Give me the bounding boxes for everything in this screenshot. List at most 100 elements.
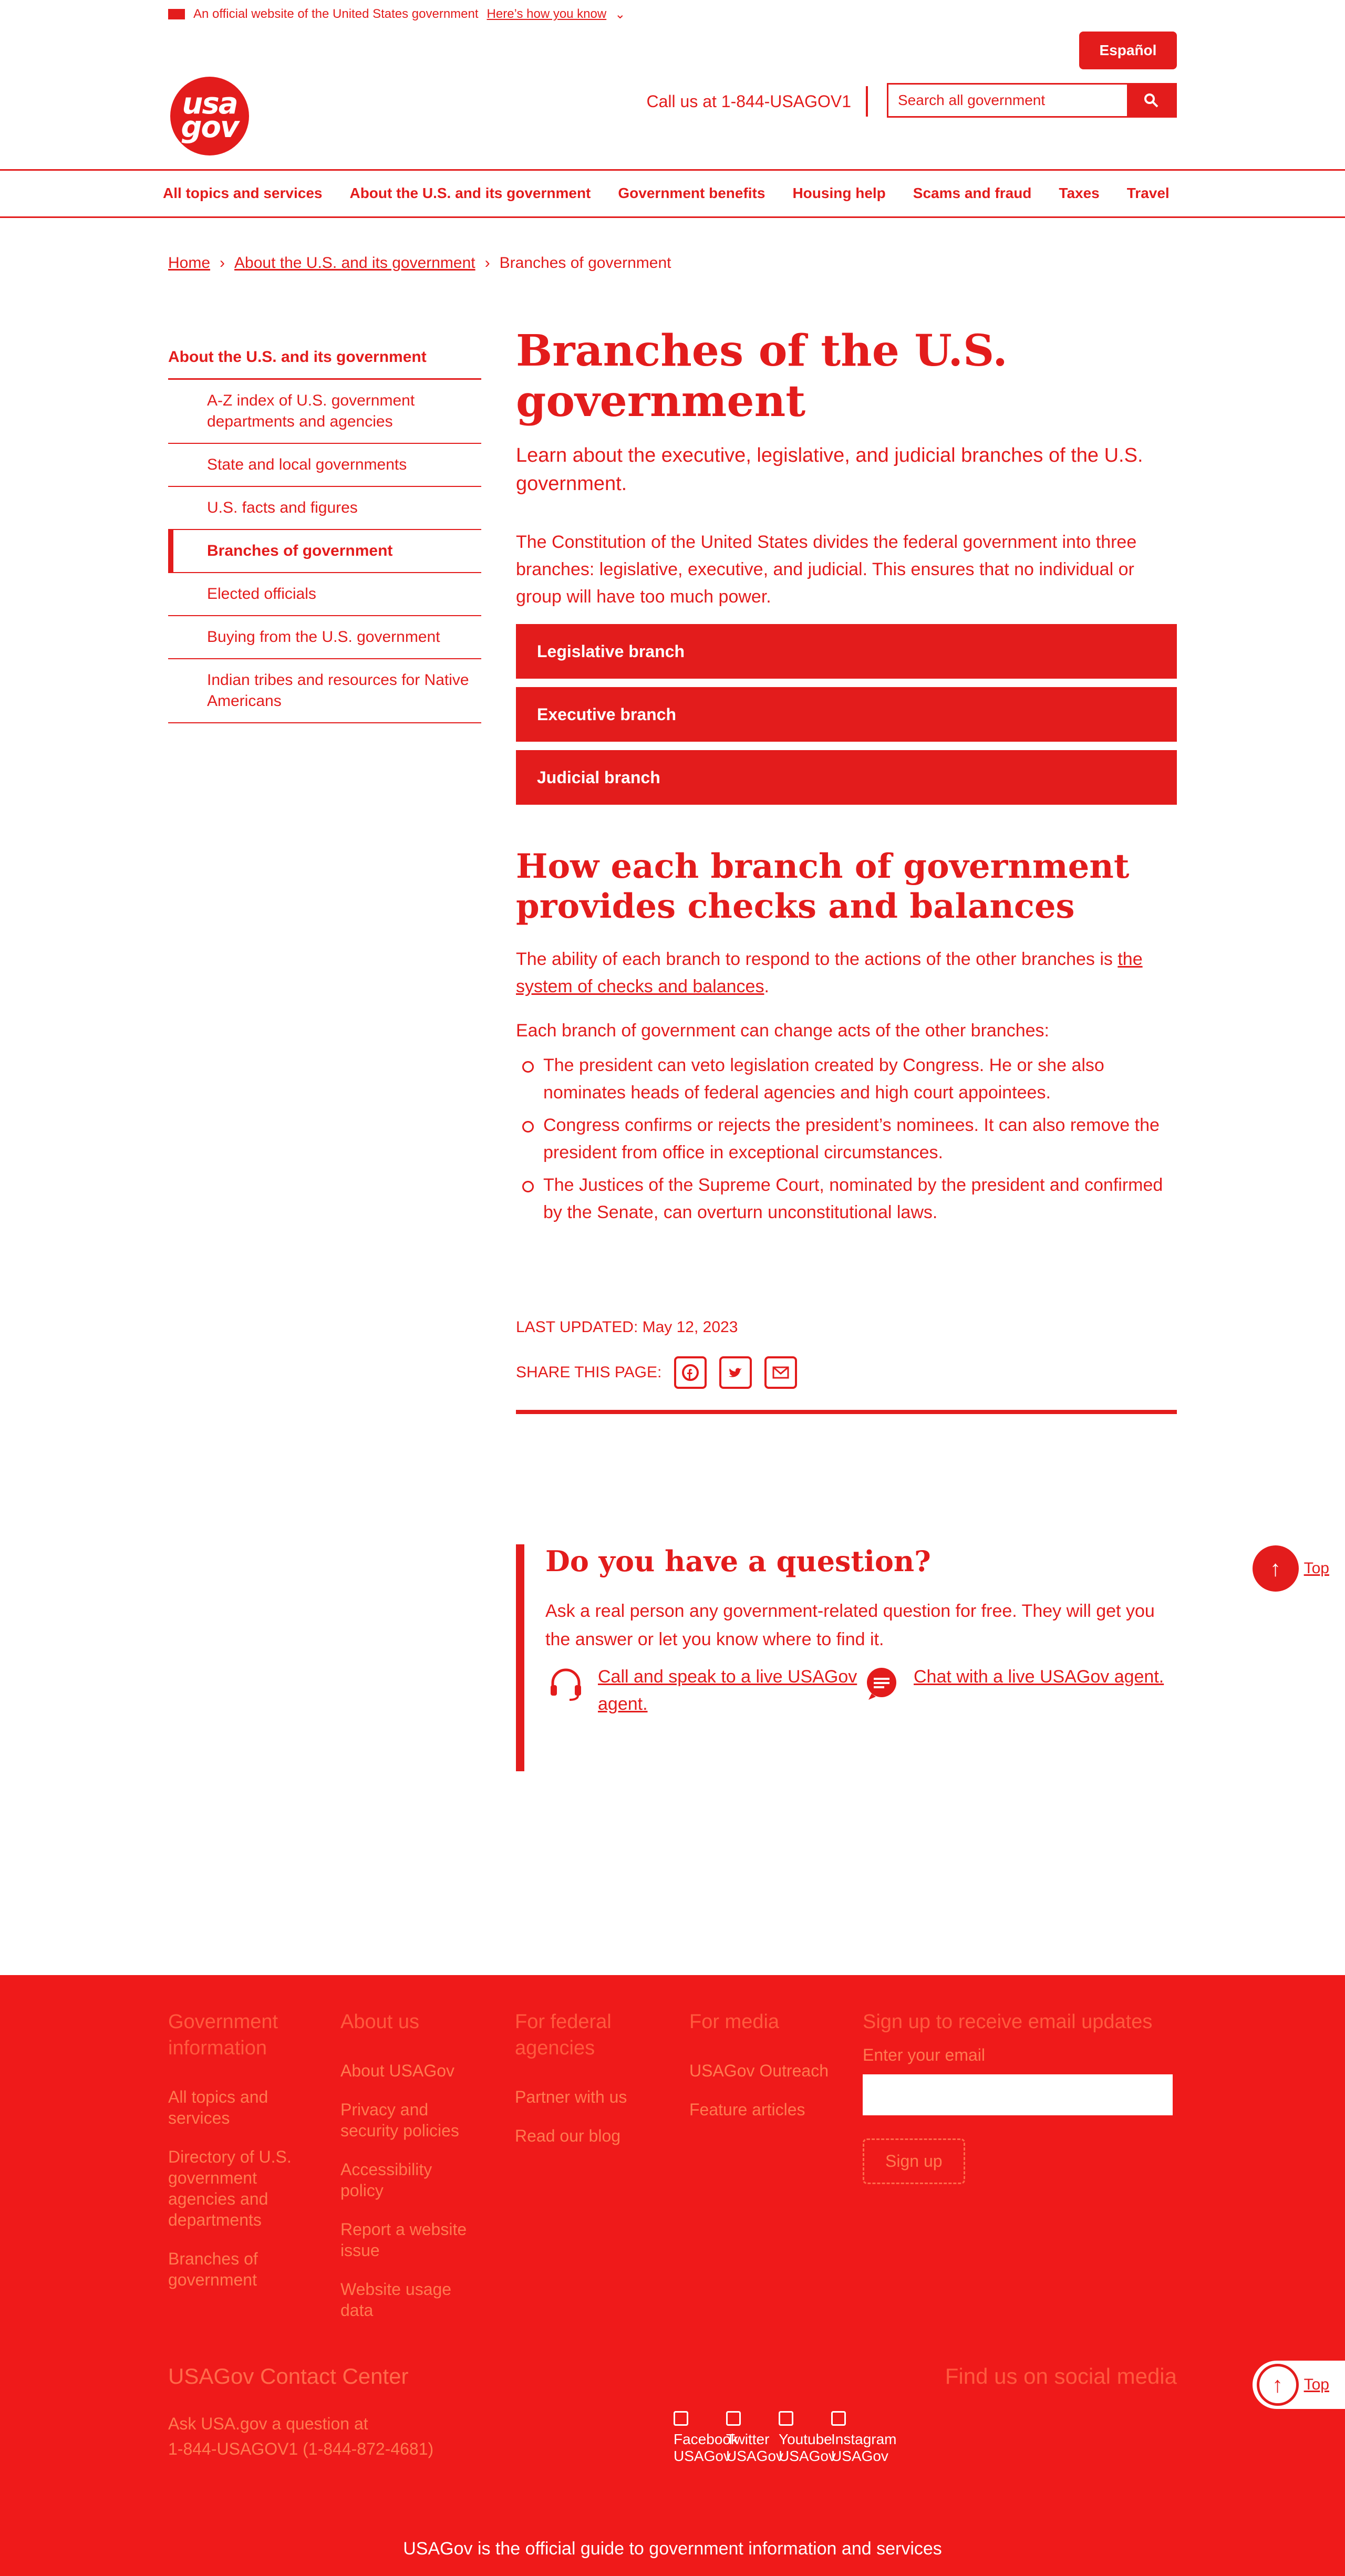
site-header: usa gov Español Call us at 1-844-USAGOV1 xyxy=(168,28,1177,181)
accordion-executive[interactable]: Executive branch xyxy=(516,687,1177,742)
checks-text: The ability of each branch to respond to… xyxy=(516,949,1118,969)
back-to-top-label[interactable]: Top xyxy=(1304,2376,1329,2394)
call-agent: Call and speak to a live USAGov agent. xyxy=(545,1663,861,1718)
social-twitter[interactable]: Twitter USAGov xyxy=(726,2411,783,2465)
sidebar-item-tribes[interactable]: Indian tribes and resources for Native A… xyxy=(168,659,481,723)
footer-link[interactable]: Partner with us xyxy=(515,2086,651,2107)
nav-item-housing[interactable]: Housing help xyxy=(792,185,885,202)
footer-link[interactable]: About USAGov xyxy=(340,2060,477,2081)
search-button[interactable] xyxy=(1127,85,1175,116)
footer-tagline: USAGov is the official guide to governme… xyxy=(403,2538,942,2559)
question-box: Do you have a question? Ask a real perso… xyxy=(516,1544,1177,1771)
contact-center-text: Ask USA.gov a question at 1-844-USAGOV1 … xyxy=(168,2411,433,2461)
social-youtube[interactable]: Youtube USAGov xyxy=(779,2411,836,2465)
nav-bottom-rule xyxy=(0,216,1345,218)
nav-item-all-topics[interactable]: All topics and services xyxy=(163,185,322,202)
facebook-share-button[interactable] xyxy=(674,1356,707,1389)
footer-link[interactable]: Website usage data xyxy=(340,2279,477,2321)
list-item: The president can veto legislation creat… xyxy=(516,1052,1177,1106)
page-lede: Learn about the executive, legislative, … xyxy=(516,444,1143,495)
chevron-right-icon: › xyxy=(484,254,490,272)
checks-period: . xyxy=(764,977,769,996)
footer-link[interactable]: Read our blog xyxy=(515,2125,651,2146)
banner-how-you-know-link[interactable]: Here’s how you know xyxy=(487,7,607,22)
chevron-down-icon[interactable]: ⌄ xyxy=(615,7,625,22)
nav-item-taxes[interactable]: Taxes xyxy=(1059,185,1099,202)
chat-agent: Chat with a live USAGov agent. xyxy=(861,1663,1177,1718)
footer-col-heading: About us xyxy=(340,2011,419,2033)
nav-item-benefits[interactable]: Government benefits xyxy=(618,185,765,202)
header-phone[interactable]: Call us at 1-844-USAGOV1 xyxy=(647,88,852,115)
nav-item-about-us-gov[interactable]: About the U.S. and its government xyxy=(349,185,591,202)
usagov-logo[interactable]: usa gov xyxy=(170,77,249,155)
checks-paragraph-2: Each branch of government can change act… xyxy=(516,1021,1049,1041)
social-instagram[interactable]: Instagram USAGov xyxy=(831,2411,897,2465)
arrow-up-icon: ↑ xyxy=(1256,2364,1299,2406)
email-field-label: Enter your email xyxy=(863,2045,985,2064)
footer-link[interactable]: Report a website issue xyxy=(340,2219,477,2261)
twitter-icon xyxy=(729,1368,742,1377)
chat-agent-link[interactable]: Chat with a live USAGov agent. xyxy=(914,1663,1164,1718)
nav-item-travel[interactable]: Travel xyxy=(1127,185,1170,202)
social-label: Twitter USAGov xyxy=(726,2431,783,2464)
banner-text: An official website of the United States… xyxy=(193,7,479,21)
chat-bubble-icon xyxy=(861,1663,902,1704)
search-icon xyxy=(1144,94,1158,108)
footer-link[interactable]: USAGov Outreach xyxy=(689,2060,847,2081)
footer-col-media: For media USAGov Outreach Feature articl… xyxy=(689,2009,847,2138)
question-links: Call and speak to a live USAGov agent. C… xyxy=(545,1663,1177,1718)
footer-email-signup: Sign up to receive email updates Enter y… xyxy=(863,2009,1178,2184)
sidebar-item-buying[interactable]: Buying from the U.S. government xyxy=(168,616,481,659)
email-share-button[interactable] xyxy=(764,1356,798,1389)
social-label: Youtube USAGov xyxy=(779,2431,836,2464)
breadcrumb-current: Branches of government xyxy=(499,254,671,272)
sidebar-item-facts[interactable]: U.S. facts and figures xyxy=(168,487,481,530)
header-divider xyxy=(866,86,868,117)
list-item: The Justices of the Supreme Court, nomin… xyxy=(516,1171,1177,1226)
footer-link[interactable]: Privacy and security policies xyxy=(340,2099,477,2141)
sidebar-heading[interactable]: About the U.S. and its government xyxy=(168,336,481,380)
intro-paragraph: The Constitution of the United States di… xyxy=(516,532,1137,607)
espanol-button[interactable]: Español xyxy=(1079,32,1177,69)
checks-heading: How each branch of government provides c… xyxy=(516,847,1130,926)
footer-col-heading: For media xyxy=(689,2011,780,2033)
sidebar-item-state-local[interactable]: State and local governments xyxy=(168,444,481,487)
search-input[interactable] xyxy=(888,85,1127,116)
footer-link[interactable]: Feature articles xyxy=(689,2099,847,2120)
facebook-icon xyxy=(674,2411,688,2426)
footer-link[interactable]: Accessibility policy xyxy=(340,2159,477,2201)
social-facebook[interactable]: Facebook USAGov xyxy=(674,2411,738,2465)
contact-line-1: Ask USA.gov a question at xyxy=(168,2414,368,2433)
footer-link[interactable]: All topics and services xyxy=(168,2086,326,2128)
footer-link[interactable]: Branches of government xyxy=(168,2248,326,2290)
share-bar: SHARE THIS PAGE: xyxy=(516,1356,1177,1389)
sidebar-item-branches[interactable]: Branches of government xyxy=(168,530,481,573)
accordion-judicial[interactable]: Judicial branch xyxy=(516,750,1177,805)
twitter-share-button[interactable] xyxy=(719,1356,752,1389)
email-field[interactable] xyxy=(863,2074,1173,2115)
accordion-legislative[interactable]: Legislative branch xyxy=(516,624,1177,679)
sidebar-item-elected[interactable]: Elected officials xyxy=(168,573,481,616)
footer-link[interactable]: Directory of U.S. government agencies an… xyxy=(168,2146,326,2230)
back-to-top-label[interactable]: Top xyxy=(1304,1560,1329,1577)
breadcrumb: Home › About the U.S. and its government… xyxy=(168,254,671,272)
call-agent-link[interactable]: Call and speak to a live USAGov agent. xyxy=(598,1663,861,1718)
side-navigation: About the U.S. and its government A-Z in… xyxy=(168,336,481,723)
breadcrumb-home[interactable]: Home xyxy=(168,254,210,272)
question-text: Ask a real person any government-related… xyxy=(545,1601,1155,1649)
footer-col-gov-info: Government information All topics and se… xyxy=(168,2009,326,2308)
contact-center-title: USAGov Contact Center xyxy=(168,2364,409,2388)
back-to-top-button-footer[interactable]: ↑ Top xyxy=(1252,2361,1345,2409)
breadcrumb-about[interactable]: About the U.S. and its government xyxy=(234,254,475,272)
chevron-right-icon: › xyxy=(220,254,225,272)
contact-phone-link[interactable]: 1-844-USAGOV1 (1-844-872-4681) xyxy=(168,2436,433,2461)
nav-item-scams[interactable]: Scams and fraud xyxy=(913,185,1032,202)
sidebar-item-az-index[interactable]: A-Z index of U.S. government departments… xyxy=(168,380,481,444)
email-signup-heading: Sign up to receive email updates xyxy=(863,2011,1153,2033)
official-banner: An official website of the United States… xyxy=(168,0,1177,28)
signup-button[interactable]: Sign up xyxy=(863,2138,965,2184)
main-content: Branches of the U.S. government Learn ab… xyxy=(516,326,1177,1414)
social-media-title: Find us on social media xyxy=(945,2364,1177,2388)
back-to-top-button[interactable]: ↑ Top xyxy=(1252,1545,1329,1592)
logo-text-gov: gov xyxy=(181,110,239,144)
